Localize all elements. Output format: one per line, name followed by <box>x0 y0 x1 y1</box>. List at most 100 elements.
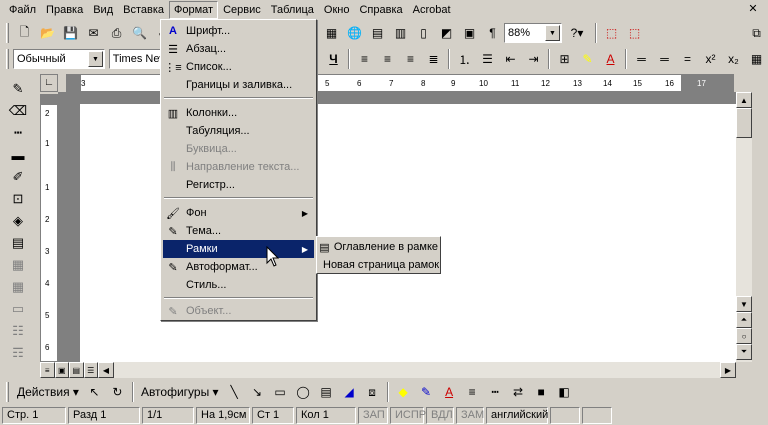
next-page-icon[interactable]: ⏷ <box>736 344 752 360</box>
line-weight-icon[interactable]: ▬ <box>4 144 32 166</box>
line-single-icon[interactable]: ═ <box>630 48 653 70</box>
autoshapes-button[interactable]: Автофигуры ▾ <box>137 381 223 403</box>
menu-item-case[interactable]: Регистр... <box>163 176 314 194</box>
print-layout-icon[interactable]: ▤ <box>69 362 84 378</box>
superscript-icon[interactable]: x² <box>699 48 722 70</box>
shading-icon[interactable]: ◈ <box>4 210 32 232</box>
document-map-icon[interactable]: ▣ <box>458 22 481 44</box>
menu-insert[interactable]: Вставка <box>118 1 169 19</box>
email-icon[interactable]: ✉ <box>82 22 105 44</box>
menu-item-tabs[interactable]: Табуляция... <box>163 122 314 140</box>
menu-item-list[interactable]: ⋮≡ Список... <box>163 58 314 76</box>
menu-tools[interactable]: Сервис <box>218 1 266 19</box>
line-icon[interactable]: ╲ <box>223 381 246 403</box>
3d-icon[interactable]: ◧ <box>553 381 576 403</box>
menu-item-font[interactable]: A Шрифт... <box>163 22 314 40</box>
oval-icon[interactable]: ◯ <box>292 381 315 403</box>
eraser-icon[interactable]: ⌫ <box>4 100 32 122</box>
increase-indent-icon[interactable]: ⇥ <box>522 48 545 70</box>
toolbar-grip[interactable] <box>6 382 9 402</box>
split-cells-icon[interactable]: ▦ <box>4 276 32 298</box>
merge-cells-icon[interactable]: ▦ <box>4 254 32 276</box>
menu-file[interactable]: Файл <box>4 1 41 19</box>
menu-table[interactable]: Таблица <box>266 1 319 19</box>
dash-style-icon[interactable]: ┅ <box>484 381 507 403</box>
chevron-down-icon[interactable]: ▼ <box>545 25 560 41</box>
acrobat-email-icon[interactable]: ⬚ <box>623 22 646 44</box>
toolbar-grip[interactable] <box>6 23 9 43</box>
menu-item-borders[interactable]: Границы и заливка... <box>163 76 314 94</box>
status-trk[interactable]: ИСПР <box>390 406 426 424</box>
shadow-icon[interactable]: ■ <box>530 381 553 403</box>
vertical-ruler[interactable]: 2 1 1 2 3 4 5 6 <box>40 94 58 362</box>
draw-font-color-icon[interactable]: A <box>438 381 461 403</box>
align-center-icon[interactable]: ≡ <box>376 48 399 70</box>
chevron-down-icon[interactable]: ▼ <box>88 51 103 67</box>
equals-icon[interactable]: = <box>676 48 699 70</box>
save-icon[interactable]: 💾 <box>59 22 82 44</box>
justify-icon[interactable]: ≣ <box>422 48 445 70</box>
line-color-icon[interactable]: ✎ <box>415 381 438 403</box>
wordart-icon[interactable]: ◢ <box>338 381 361 403</box>
draw-table-icon[interactable]: ✎ <box>4 78 32 100</box>
close-window-icon[interactable]: ⧉ <box>745 22 768 44</box>
arrow-style-icon[interactable]: ⇄ <box>507 381 530 403</box>
menu-item-autoformat[interactable]: ✎ Автоформат... <box>163 258 314 276</box>
insert-table-left-icon[interactable]: ▤ <box>4 232 32 254</box>
status-spelling[interactable] <box>550 406 580 424</box>
zoom-select[interactable]: 88% ▼ <box>504 23 562 43</box>
menu-item-theme[interactable]: ✎ Тема... <box>163 222 314 240</box>
scroll-left-icon[interactable]: ◀ <box>98 362 114 378</box>
font-color-icon[interactable]: A <box>599 48 622 70</box>
fill-color-icon[interactable]: ◆ <box>392 381 415 403</box>
outside-border-icon[interactable]: ⊡ <box>4 188 32 210</box>
print-preview-icon[interactable]: 🔍 <box>128 22 151 44</box>
open-icon[interactable]: 📂 <box>36 22 59 44</box>
status-language[interactable]: английский <box>486 406 548 424</box>
doc-close-icon[interactable]: ✕ <box>744 2 762 18</box>
distribute-rows-icon[interactable]: ☷ <box>4 320 32 342</box>
vertical-scrollbar[interactable]: ▲ ▼ ⏶ ○ ⏷ <box>736 92 752 362</box>
columns-toolbar-icon[interactable]: ▯ <box>412 22 435 44</box>
horizontal-scrollbar[interactable]: ◀ ▶ <box>98 362 736 378</box>
select-objects-icon[interactable]: ↖ <box>83 381 106 403</box>
align-left-icon[interactable]: ≡ <box>353 48 376 70</box>
numbering-icon[interactable]: ⒈ <box>453 48 476 70</box>
status-ovr[interactable]: ЗАМ <box>456 406 484 424</box>
align-right-icon[interactable]: ≡ <box>399 48 422 70</box>
status-rec[interactable]: ЗАП <box>358 406 388 424</box>
decrease-indent-icon[interactable]: ⇤ <box>499 48 522 70</box>
subscript-icon[interactable]: x₂ <box>722 48 745 70</box>
toolbar-grip[interactable] <box>6 49 9 69</box>
scroll-up-icon[interactable]: ▲ <box>736 92 752 108</box>
more-buttons-icon[interactable]: ▦ <box>745 48 768 70</box>
previous-page-icon[interactable]: ⏶ <box>736 312 752 328</box>
line-style-draw-icon[interactable]: ≡ <box>461 381 484 403</box>
tables-borders-icon[interactable]: ▦ <box>320 22 343 44</box>
outline-view-icon[interactable]: ☰ <box>83 362 98 378</box>
font-select[interactable]: Times New R <box>108 49 167 69</box>
menu-format[interactable]: Формат <box>169 1 219 19</box>
style-select[interactable]: Обычный ▼ <box>13 49 105 69</box>
rectangle-icon[interactable]: ▭ <box>269 381 292 403</box>
web-icon[interactable]: 🌐 <box>343 22 366 44</box>
web-view-icon[interactable]: ▣ <box>54 362 69 378</box>
status-ext[interactable]: ВДЛ <box>426 406 454 424</box>
menu-item-columns[interactable]: ▥ Колонки... <box>163 104 314 122</box>
menu-item-background[interactable]: 🖌 Фон ▶ <box>163 204 314 222</box>
insert-excel-icon[interactable]: ▥ <box>389 22 412 44</box>
underline-icon[interactable]: Ч <box>322 48 345 70</box>
tab-selector-icon[interactable]: ∟ <box>40 74 58 92</box>
scroll-right-icon[interactable]: ▶ <box>720 362 736 378</box>
actions-button[interactable]: Действия ▾ <box>13 381 83 403</box>
menu-help[interactable]: Справка <box>354 1 407 19</box>
bullets-icon[interactable]: ☰ <box>476 48 499 70</box>
submenu-item-new-frames-page[interactable]: Новая страница рамок <box>319 256 439 274</box>
menu-acrobat[interactable]: Acrobat <box>408 1 456 19</box>
print-icon[interactable]: ⎙ <box>105 22 128 44</box>
insert-table-icon[interactable]: ▤ <box>366 22 389 44</box>
scroll-thumb[interactable] <box>736 108 752 138</box>
select-browse-object-icon[interactable]: ○ <box>736 328 752 344</box>
line-double-icon[interactable]: ═ <box>653 48 676 70</box>
clipart-icon[interactable]: ⧈ <box>361 381 384 403</box>
